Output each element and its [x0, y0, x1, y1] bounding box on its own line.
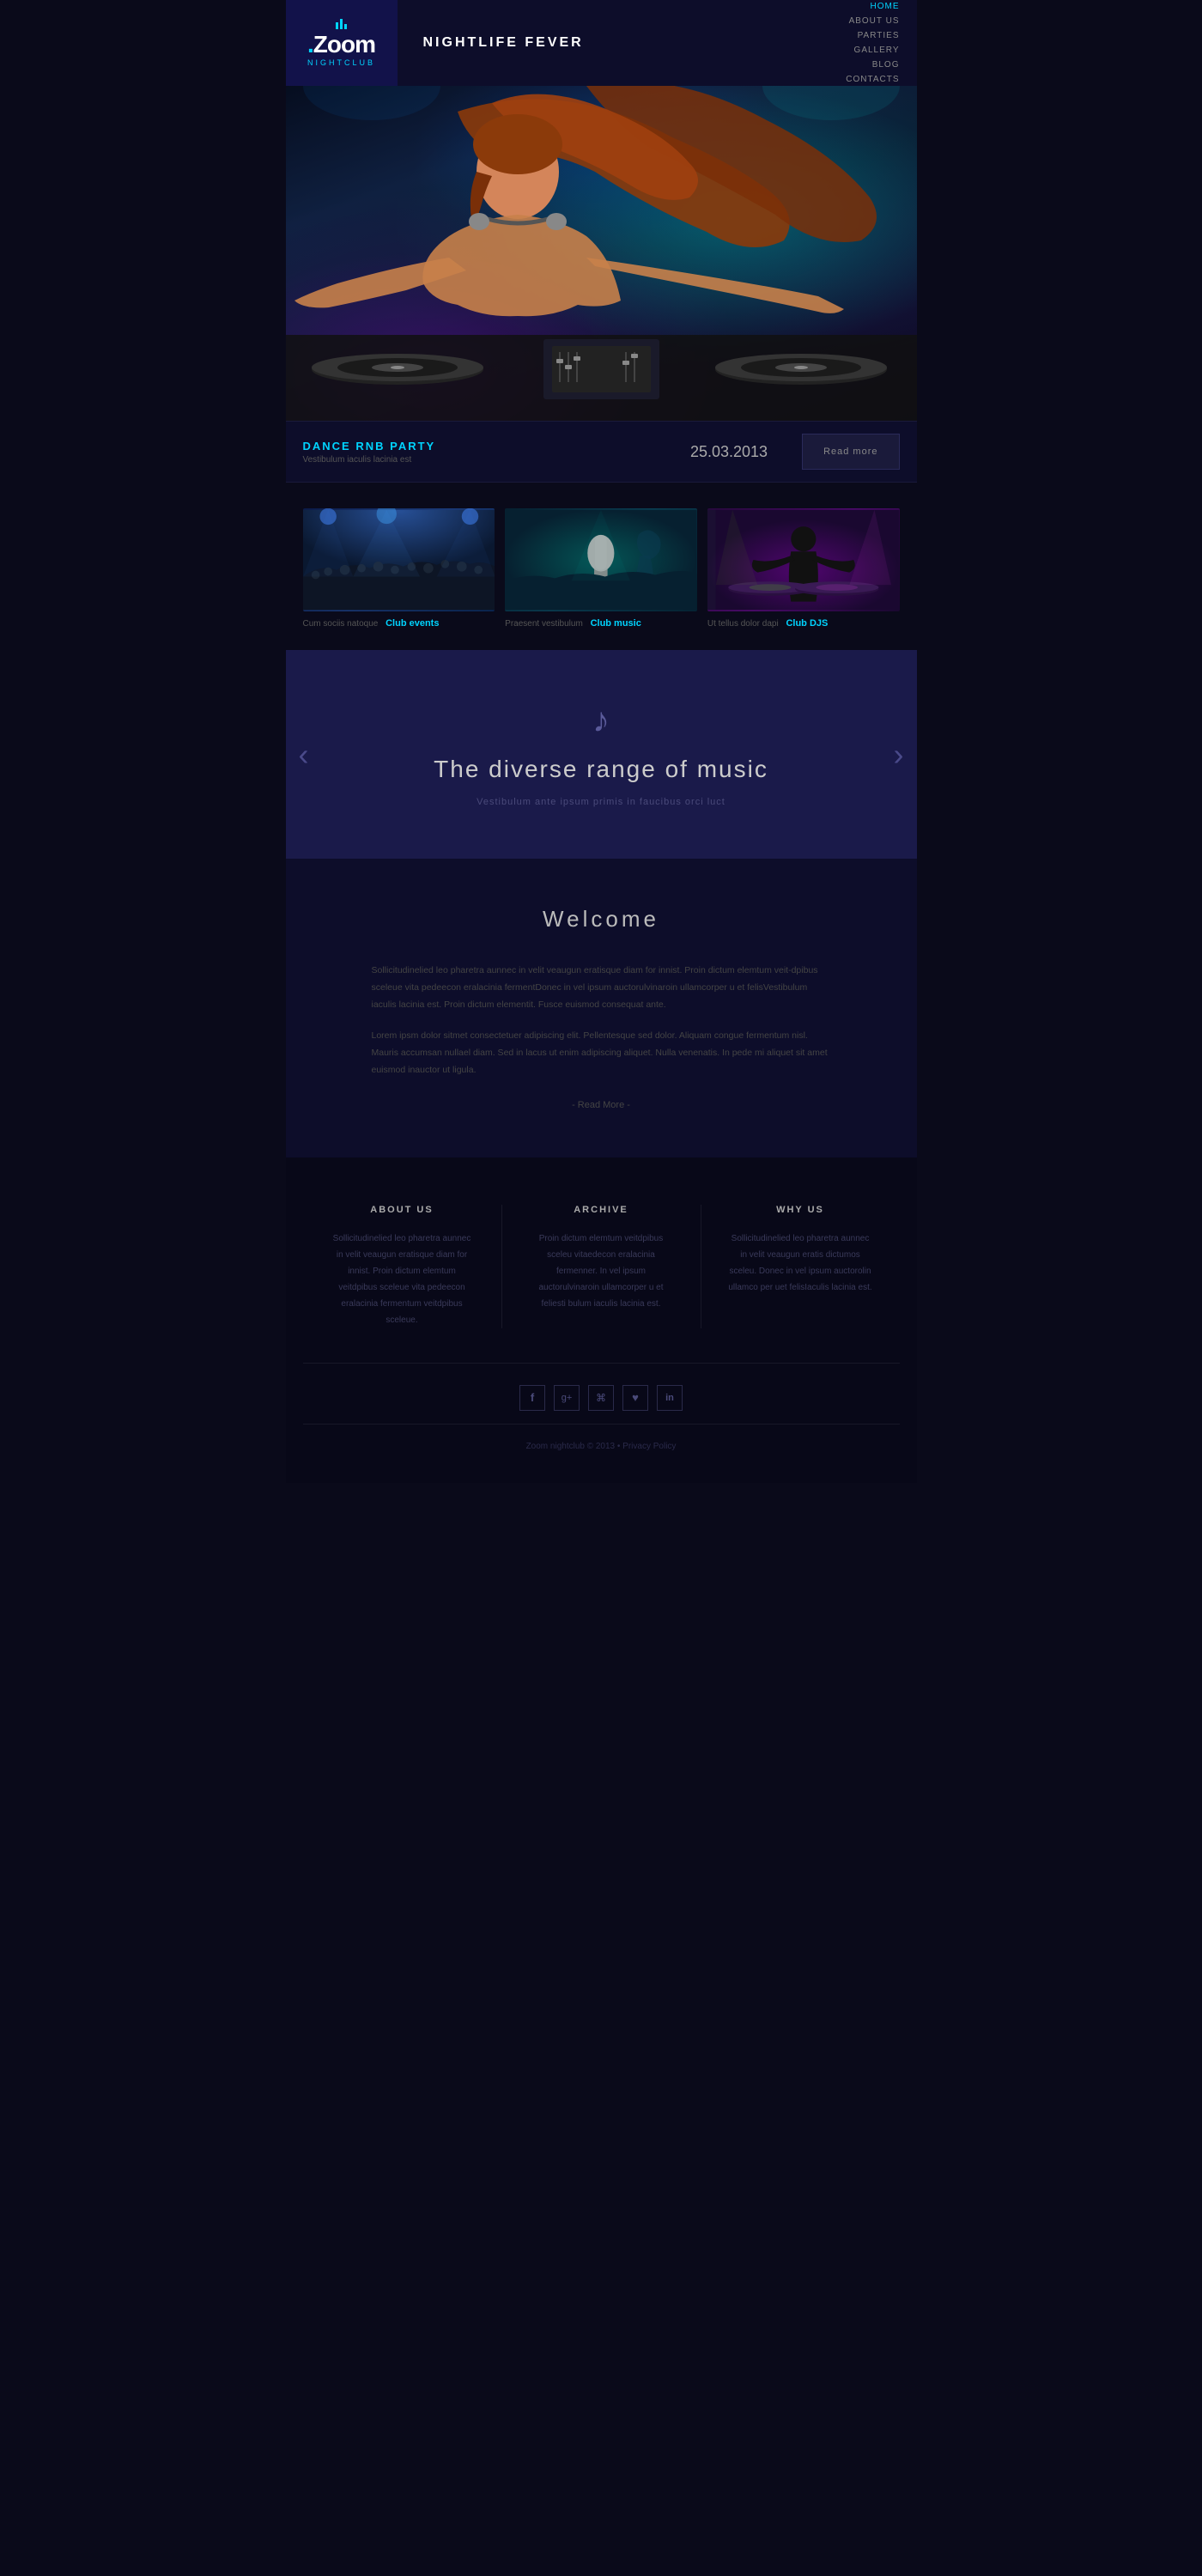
gallery-section: Cum sociis natoque Club events: [286, 483, 917, 650]
slider-prev-button[interactable]: ‹: [299, 739, 309, 770]
nav-blog[interactable]: BLOG: [846, 58, 899, 72]
footer-about-title: ABOUT US: [329, 1205, 476, 1215]
gallery-thumb-music: [505, 508, 697, 611]
social-pinterest[interactable]: ♥: [622, 1385, 648, 1411]
welcome-section: Welcome Sollicitudinelied leo pharetra a…: [286, 859, 917, 1157]
footer-about-text: Sollicitudinelied leo pharetra aunnec in…: [329, 1230, 476, 1328]
nav-contacts[interactable]: CONTACTS: [846, 72, 899, 87]
footer-col-why: WHY US Sollicitudinelied leo pharetra au…: [701, 1205, 900, 1328]
event-subtitle: Vestibulum iaculis lacinia est: [303, 455, 656, 465]
gallery-label-djs: Ut tellus dolor dapi Club DJS: [707, 618, 900, 629]
social-bar: f g+ ⌘ ♥ in: [303, 1363, 900, 1411]
logo-box[interactable]: .Zoom NIGHTCLUB: [286, 0, 398, 86]
social-rss[interactable]: ⌘: [588, 1385, 614, 1411]
footer-col-about: ABOUT US Sollicitudinelied leo pharetra …: [303, 1205, 502, 1328]
hero-section: [286, 86, 917, 421]
header: .Zoom NIGHTCLUB NIGHTLIFE FEVER HOME ABO…: [286, 0, 917, 86]
event-info: DANCE RNB PARTY Vestibulum iaculis lacin…: [303, 440, 656, 465]
slider-subtitle: Vestibulum ante ipsum primis in faucibus…: [477, 797, 725, 807]
gallery-thumb-events: [303, 508, 495, 611]
gallery-item-music[interactable]: Praesent vestibulum Club music: [505, 508, 697, 629]
hero-image: [286, 86, 917, 421]
footer-col-archive: ARCHIVE Proin dictum elemtum veitdpibus …: [502, 1205, 701, 1328]
nav-home[interactable]: HOME: [846, 0, 899, 14]
gallery-grid: Cum sociis natoque Club events: [303, 508, 900, 629]
main-nav: HOME ABOUT US PARTIES GALLERY BLOG CONTA…: [846, 0, 916, 87]
gallery-item-djs[interactable]: Ut tellus dolor dapi Club DJS: [707, 508, 900, 629]
gallery-label-events: Cum sociis natoque Club events: [303, 618, 495, 629]
slider-next-button[interactable]: ›: [894, 739, 904, 770]
event-title: DANCE RNB PARTY: [303, 440, 656, 453]
gallery-item-events[interactable]: Cum sociis natoque Club events: [303, 508, 495, 629]
logo-subtitle: NIGHTCLUB: [307, 58, 375, 67]
logo-icon: [336, 19, 347, 29]
welcome-title: Welcome: [372, 906, 831, 933]
copyright-text: Zoom nightclub © 2013 • Privacy Policy: [526, 1442, 677, 1451]
footer-archive-title: ARCHIVE: [528, 1205, 675, 1215]
read-more-button[interactable]: Read more: [802, 434, 899, 470]
footer-cols: ABOUT US Sollicitudinelied leo pharetra …: [303, 1205, 900, 1328]
event-date: 25.03.2013: [690, 443, 768, 461]
nav-parties[interactable]: PARTIES: [846, 28, 899, 43]
footer-why-text: Sollicitudinelied leo pharetra aunnec in…: [727, 1230, 874, 1296]
social-icons: f g+ ⌘ ♥ in: [303, 1385, 900, 1411]
music-note-icon: ♪: [592, 702, 610, 740]
gallery-thumb-djs: [707, 508, 900, 611]
social-google[interactable]: g+: [554, 1385, 580, 1411]
gallery-label-music: Praesent vestibulum Club music: [505, 618, 697, 629]
social-facebook[interactable]: f: [519, 1385, 545, 1411]
site-title: NIGHTLIFE FEVER: [398, 35, 847, 51]
footer: ABOUT US Sollicitudinelied leo pharetra …: [286, 1157, 917, 1483]
music-slider: ‹ ♪ The diverse range of music Vestibulu…: [286, 650, 917, 859]
social-linkedin[interactable]: in: [657, 1385, 683, 1411]
welcome-paragraph-2: Lorem ipsm dolor sitmet consectetuer adi…: [372, 1028, 831, 1079]
event-bar: DANCE RNB PARTY Vestibulum iaculis lacin…: [286, 421, 917, 483]
footer-archive-text: Proin dictum elemtum veitdpibus sceleu v…: [528, 1230, 675, 1312]
footer-why-title: WHY US: [727, 1205, 874, 1215]
nav-about[interactable]: ABOUT US: [846, 14, 899, 28]
logo-text: .Zoom: [307, 33, 375, 57]
copyright: Zoom nightclub © 2013 • Privacy Policy: [303, 1424, 900, 1453]
slider-title: The diverse range of music: [434, 756, 768, 783]
welcome-paragraph-1: Sollicitudinelied leo pharetra aunnec in…: [372, 963, 831, 1014]
nav-gallery[interactable]: GALLERY: [846, 43, 899, 58]
welcome-read-more-link[interactable]: - Read More -: [372, 1100, 831, 1110]
